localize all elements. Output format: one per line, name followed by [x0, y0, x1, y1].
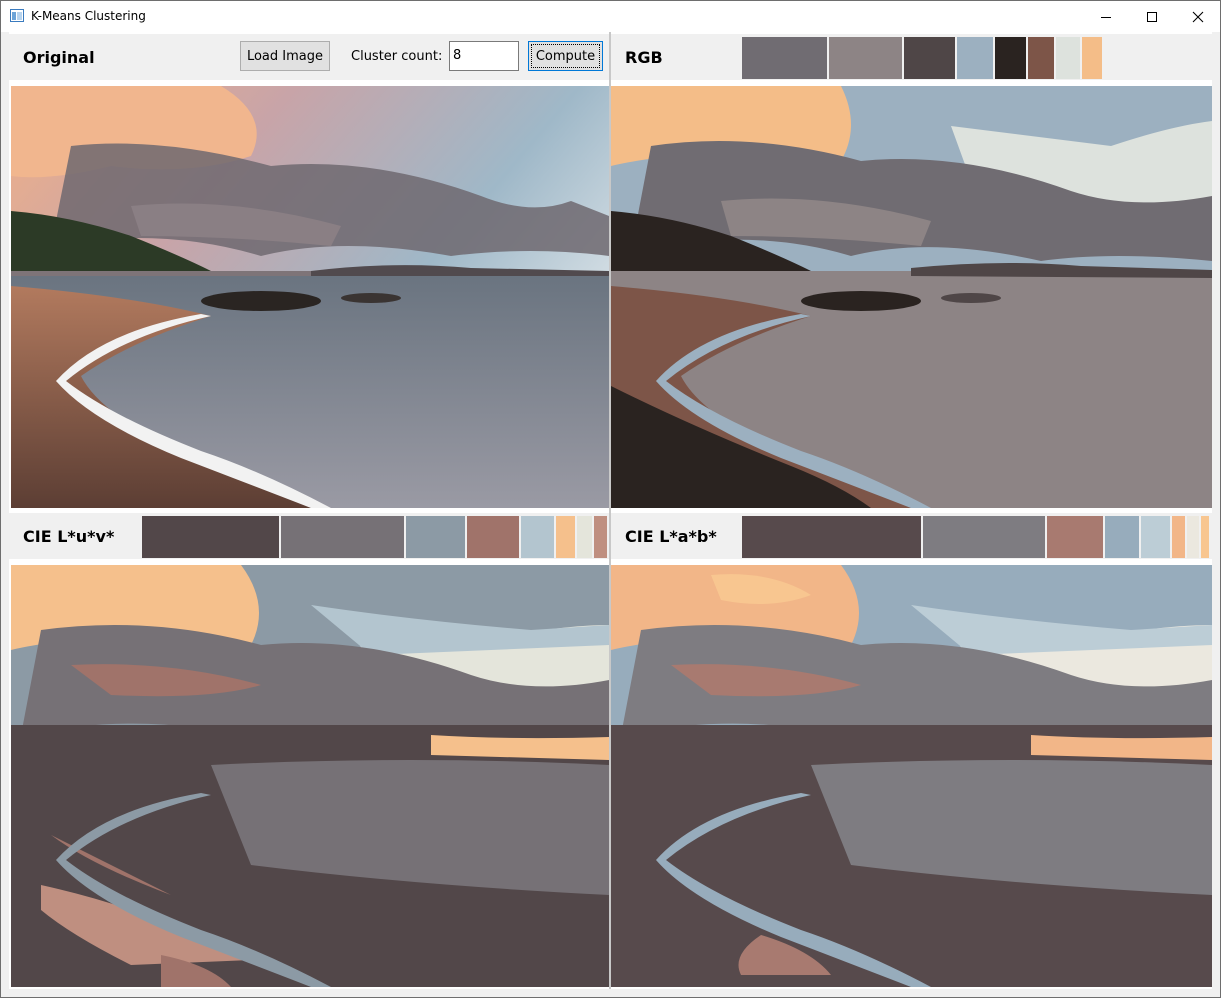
compute-button[interactable]: Compute — [528, 41, 603, 71]
load-image-button[interactable]: Load Image — [240, 41, 330, 71]
rgb-title: RGB — [625, 48, 663, 67]
rgb-swatch — [829, 37, 904, 79]
rgb-swatch — [1082, 37, 1104, 79]
luv-clustered-image — [11, 565, 609, 987]
rgb-swatch — [742, 37, 829, 79]
lab-swatch — [1105, 516, 1141, 558]
client-area: Original Load Image Cluster count: 8 Com… — [9, 32, 1212, 989]
lab-swatch — [923, 516, 1047, 558]
app-icon — [10, 9, 24, 22]
rgb-palette — [742, 37, 1212, 79]
rgb-panel: RGB — [611, 32, 1212, 509]
original-header: Original Load Image Cluster count: 8 Com… — [9, 34, 609, 80]
lab-swatch — [1201, 516, 1211, 558]
lab-title: CIE L*a*b* — [625, 527, 717, 546]
window-title: K-Means Clustering — [31, 9, 146, 23]
lab-clustered-image — [611, 565, 1212, 987]
lab-palette — [742, 516, 1212, 558]
lab-swatch — [1141, 516, 1172, 558]
original-title: Original — [23, 48, 95, 67]
rgb-swatch — [904, 37, 957, 79]
luv-swatch — [406, 516, 468, 558]
minimize-button[interactable] — [1083, 1, 1129, 32]
original-panel: Original Load Image Cluster count: 8 Com… — [9, 32, 609, 509]
rgb-clustered-image — [611, 86, 1212, 508]
maximize-button[interactable] — [1129, 1, 1175, 32]
rgb-swatch — [1028, 37, 1056, 79]
rgb-swatch — [957, 37, 995, 79]
luv-swatch — [280, 516, 407, 558]
lab-swatch — [1172, 516, 1187, 558]
rgb-header: RGB — [611, 34, 1212, 80]
luv-panel: CIE L*u*v* — [9, 513, 609, 989]
lab-panel: CIE L*a*b* — [611, 513, 1212, 989]
cluster-count-input[interactable]: 8 — [449, 41, 519, 71]
lab-swatch — [1187, 516, 1201, 558]
rgb-swatch — [1056, 37, 1082, 79]
title-bar[interactable]: K-Means Clustering — [1, 1, 1220, 32]
luv-palette — [142, 516, 609, 558]
rgb-swatch — [995, 37, 1028, 79]
close-icon — [1192, 11, 1204, 22]
luv-swatch — [142, 516, 281, 558]
lab-swatch — [742, 516, 923, 558]
luv-title: CIE L*u*v* — [23, 527, 115, 546]
original-image — [11, 86, 609, 508]
app-window: K-Means Clustering Original Load Image C… — [0, 0, 1221, 998]
luv-header: CIE L*u*v* — [9, 513, 609, 559]
close-button[interactable] — [1175, 1, 1221, 32]
cluster-count-label: Cluster count: — [351, 49, 443, 64]
maximize-icon — [1147, 11, 1157, 22]
minimize-icon — [1101, 16, 1111, 18]
luv-swatch — [467, 516, 522, 558]
luv-swatch — [556, 516, 578, 558]
luv-swatch — [594, 516, 609, 558]
lab-swatch — [1047, 516, 1105, 558]
lab-header: CIE L*a*b* — [611, 513, 1212, 559]
luv-swatch — [577, 516, 595, 558]
luv-swatch — [521, 516, 557, 558]
